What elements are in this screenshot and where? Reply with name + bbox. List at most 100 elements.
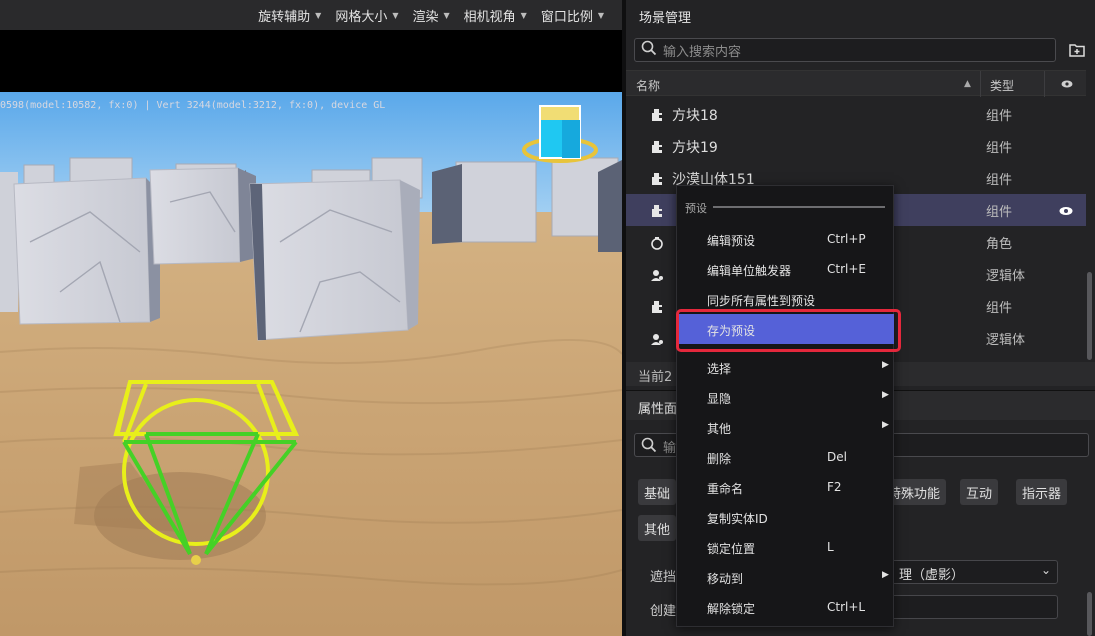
viewport-toolbar: 旋转辅助 ▼ 网格大小 ▼ 渲染 ▼ 相机视角 ▼ 窗口比例 ▼ [0,0,622,30]
menu-item-shortcut: Del [827,450,847,464]
tab-basic[interactable]: 基础 [638,479,677,505]
tree-row-name: 方块18 [672,108,718,124]
tree-row-type: 组件 [986,301,1013,316]
menu-label: 相机视角 [463,9,516,25]
column-separator[interactable] [1044,71,1045,97]
panel-title: 场景管理 [639,11,692,26]
menu-item-label: 复制实体ID [707,512,768,526]
search-icon [641,437,657,457]
menu-item-label: 编辑预设 [707,234,756,248]
menu-item-shortcut: L [827,540,834,554]
tree-row[interactable]: 方块19 组件 [626,130,1086,162]
menu-label: 旋转辅助 [258,9,311,25]
submenu-arrow-icon: ▶ [882,390,889,400]
menu-item-label: 编辑单位触发器 [707,264,792,278]
menu-item-rename[interactable]: 重命名 F2 [678,472,894,502]
menu-item-label: 选择 [707,362,732,376]
menu-item-label: 移动到 [707,572,744,586]
menu-grid-size[interactable]: 网格大小 ▼ [335,6,398,25]
property-scrollbar[interactable] [1087,592,1092,636]
chevron-down-icon: ▼ [520,10,527,20]
menu-item-label: 删除 [707,452,732,466]
menu-item-select[interactable]: 选择 ▶ [678,352,894,382]
chevron-down-icon: ▼ [315,10,322,20]
menu-item-shortcut: F2 [827,480,842,494]
logic-icon [650,268,664,282]
menu-item-edit-preset[interactable]: 编辑预设 Ctrl+P [678,224,894,254]
create-label: 创建 [650,604,677,619]
viewport-letterbox [0,30,622,92]
property-panel-title: 属性面 [638,402,678,417]
component-icon [650,108,664,122]
tree-row-name: 方块19 [672,140,718,156]
tree-header: 名称 ▲ 类型 [626,70,1086,97]
context-menu: 预设 编辑预设 Ctrl+P 编辑单位触发器 Ctrl+E 同步所有属性到预设 存为… [676,185,894,627]
menu-item-unlock[interactable]: 解除锁定 Ctrl+L [678,592,894,622]
scene-search-input[interactable]: 输入搜索内容 [634,38,1056,62]
menu-camera-view[interactable]: 相机视角 ▼ [464,6,527,25]
menu-item-shortcut: Ctrl+P [827,232,866,246]
character-icon [650,236,664,250]
tab-indicator[interactable]: 指示器 [1016,479,1068,505]
menu-item-label: 显隐 [707,392,732,406]
component-icon [650,204,664,218]
menu-item-delete[interactable]: 删除 Del [678,442,894,472]
logic-icon [650,332,664,346]
component-icon [650,140,664,154]
menu-item-shortcut: Ctrl+L [827,600,866,614]
menu-item-edit-unit-trigger[interactable]: 编辑单位触发器 Ctrl+E [678,254,894,284]
menu-section-divider [713,206,885,208]
menu-render[interactable]: 渲染 ▼ [412,6,449,25]
menu-item-label: 重命名 [707,482,744,496]
chevron-down-icon: ▼ [597,10,604,20]
create-field[interactable] [886,595,1058,619]
visibility-eye-icon[interactable] [1059,204,1073,220]
menu-label: 渲染 [412,9,439,25]
tree-row-type: 组件 [986,173,1013,188]
menu-label: 窗口比例 [540,9,593,25]
component-icon [650,172,664,186]
menu-item-lock-position[interactable]: 锁定位置 L [678,532,894,562]
chevron-down-icon: ▼ [443,10,450,20]
menu-item-other[interactable]: 其他 ▶ [678,412,894,442]
column-name-header[interactable]: 名称 [636,77,660,94]
scene-viewport[interactable]: 0598(model:10582, fx:0) | Vert 3244(mode… [0,92,622,636]
render-stats: 0598(model:10582, fx:0) | Vert 3244(mode… [0,100,386,111]
tree-row-type: 逻辑体 [986,333,1026,348]
menu-item-label: 同步所有属性到预设 [707,294,816,308]
menu-item-copy-entity-id[interactable]: 复制实体ID [678,502,894,532]
visibility-header-icon[interactable] [1061,78,1073,92]
menu-rotate-assist[interactable]: 旋转辅助 ▼ [258,6,321,25]
tab-interaction[interactable]: 互动 [960,479,999,505]
tree-row[interactable]: 方块18 组件 [626,98,1086,130]
chevron-down-icon: ⌄ [1040,563,1051,577]
menu-section-title: 预设 [685,202,707,215]
menu-item-move-to[interactable]: 移动到 ▶ [678,562,894,592]
search-placeholder: 输入搜索内容 [663,44,742,60]
tree-row-type: 角色 [986,237,1013,252]
menu-item-label: 解除锁定 [707,602,756,616]
menu-label: 网格大小 [335,9,388,25]
add-folder-icon[interactable] [1068,41,1086,59]
tree-row-type: 组件 [986,141,1013,156]
menu-item-visibility[interactable]: 显隐 ▶ [678,382,894,412]
menu-item-shortcut: Ctrl+E [827,262,866,276]
occlusion-select[interactable]: 理（虚影） ⌄ [886,560,1058,584]
scene-render [0,92,622,636]
tree-row-type: 组件 [986,109,1013,124]
tab-other[interactable]: 其他 [638,515,677,541]
menu-window-ratio[interactable]: 窗口比例 ▼ [541,6,604,25]
view-cube-gizmo[interactable] [522,102,598,166]
submenu-arrow-icon: ▶ [882,360,889,370]
column-type-header[interactable]: 类型 [990,77,1014,94]
sort-asc-icon[interactable]: ▲ [964,79,971,89]
tree-row-type: 组件 [986,205,1013,220]
menu-item-label: 锁定位置 [707,542,756,556]
annotation-highlight-frame [676,309,901,352]
occlusion-value: 理（虚影） [899,568,965,583]
column-separator[interactable] [980,71,981,97]
tree-row-type: 逻辑体 [986,269,1026,284]
occlusion-label: 遮挡 [650,570,677,585]
submenu-arrow-icon: ▶ [882,420,889,430]
tree-scrollbar[interactable] [1087,272,1092,360]
